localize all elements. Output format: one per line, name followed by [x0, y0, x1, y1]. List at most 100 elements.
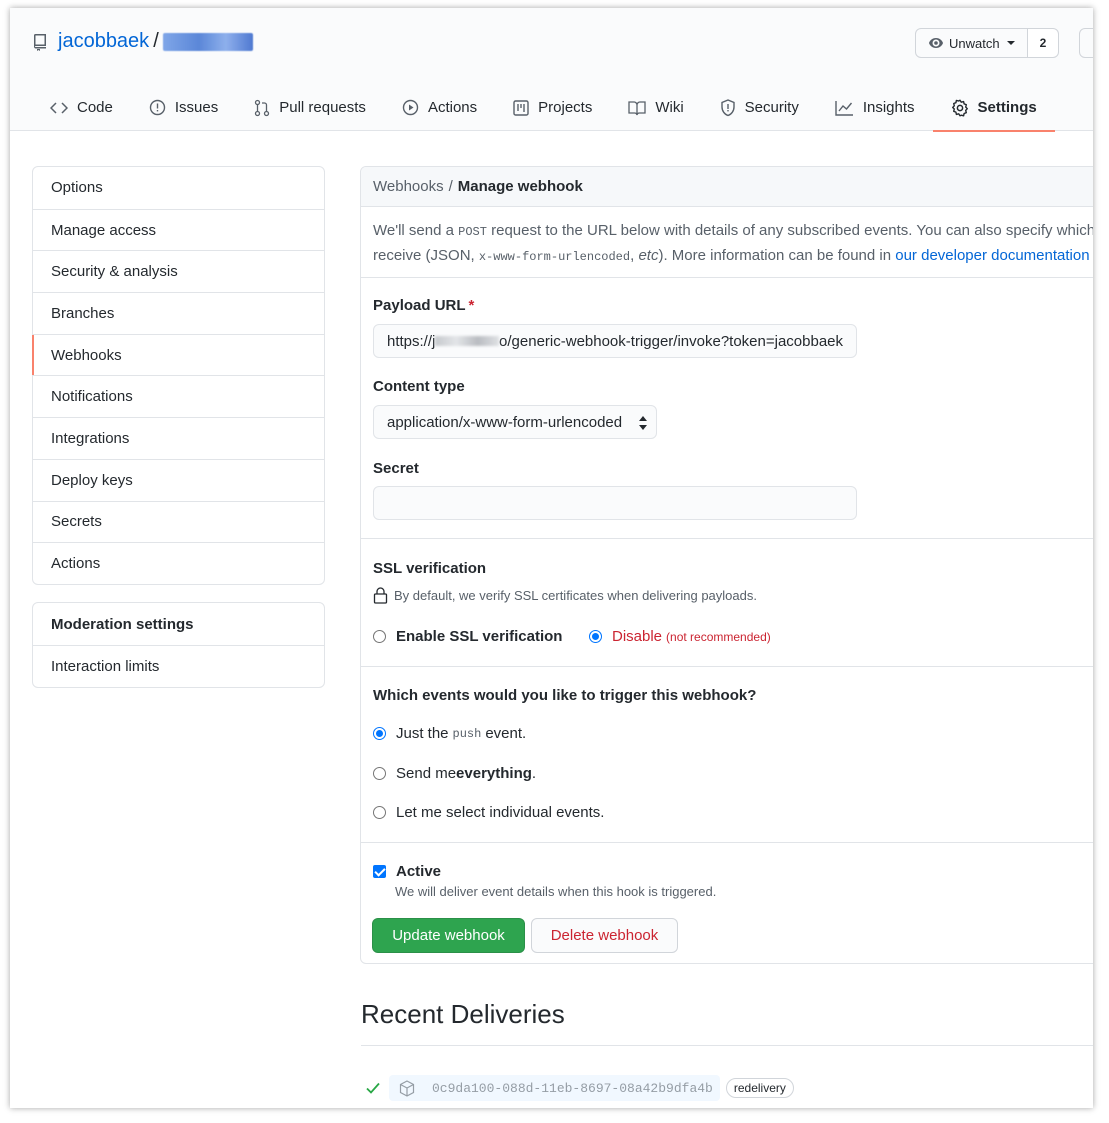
tab-label: Wiki: [655, 99, 684, 116]
payload-url-prefix: https://j: [387, 332, 436, 350]
breadcrumb-separator: /: [448, 178, 453, 195]
check-icon: [366, 1082, 380, 1094]
active-note: We will deliver event details when this …: [395, 884, 717, 899]
event-everything-strong: everything: [456, 765, 532, 782]
select-arrows-icon: [639, 416, 647, 430]
settings-sidebar: Options Manage access Security & analysi…: [32, 166, 325, 585]
content-type-select[interactable]: application/x-www-form-urlencoded: [373, 405, 657, 439]
divider: [361, 277, 1093, 278]
active-checkbox-row[interactable]: Active: [373, 863, 441, 880]
webhook-form-box: Webhooks / Manage webhook We'll send a P…: [360, 166, 1093, 964]
sidebar-item-options[interactable]: Options: [33, 167, 324, 209]
event-everything-label: Send me: [396, 765, 457, 782]
repo-nav-tabs: Code Issues Pull requests Actions Projec…: [32, 84, 1055, 132]
browser-viewport: jacobbaek / Unwatch 2 Code Issues Pull r…: [10, 8, 1093, 1108]
repo-header: jacobbaek / Unwatch 2 Code Issues Pull r…: [10, 8, 1093, 132]
recent-deliveries-heading: Recent Deliveries: [361, 999, 565, 1029]
issue-icon: [149, 99, 166, 116]
required-marker: *: [468, 297, 475, 314]
tab-label: Pull requests: [279, 99, 366, 116]
ssl-enable-radio[interactable]: Enable SSL verification: [373, 628, 562, 645]
divider: [361, 1045, 1093, 1046]
payload-url-suffix: o/generic-webhook-trigger/invoke?token=j…: [499, 332, 843, 350]
sidebar-item-notifications[interactable]: Notifications: [33, 375, 324, 417]
delivery-guid[interactable]: 0c9da100-088d-11eb-8697-08a42b9dfa4b: [389, 1075, 720, 1101]
sidebar-item-deploy-keys[interactable]: Deploy keys: [33, 458, 324, 501]
event-push-label: event.: [485, 725, 527, 742]
webhook-intro: We'll send a POST request to the URL bel…: [373, 219, 1093, 269]
sidebar-item-interaction-limits[interactable]: Interaction limits: [33, 645, 324, 687]
event-push-radio[interactable]: Just the push event.: [373, 725, 526, 742]
eye-icon: [929, 38, 943, 48]
sidebar-item-webhooks[interactable]: Webhooks: [32, 333, 324, 376]
star-button-partial[interactable]: [1079, 28, 1093, 58]
radio-unchecked: [373, 630, 386, 643]
ssl-disable-radio[interactable]: Disable (not recommended): [589, 628, 771, 645]
breadcrumb-webhooks-link[interactable]: Webhooks: [373, 178, 444, 195]
repo-separator: /: [153, 30, 159, 52]
delivery-item[interactable]: 0c9da100-088d-11eb-8697-08a42b9dfa4b red…: [365, 1074, 794, 1102]
moderation-sidebar: Moderation settings Interaction limits: [32, 602, 325, 688]
sidebar-item-secrets[interactable]: Secrets: [33, 500, 324, 543]
intro-text: etc: [638, 247, 659, 264]
sidebar-item-branches[interactable]: Branches: [33, 292, 324, 334]
repo-name-link-redacted[interactable]: [162, 32, 253, 51]
sidebar-item-security-analysis[interactable]: Security & analysis: [33, 250, 324, 292]
tab-label: Projects: [538, 99, 593, 116]
tab-label: Insights: [862, 99, 915, 116]
tab-label: Security: [744, 99, 799, 116]
unwatch-button[interactable]: Unwatch: [915, 28, 1028, 58]
sidebar-item-manage-access[interactable]: Manage access: [33, 208, 324, 251]
payload-url-label-text: Payload URL: [373, 297, 466, 314]
update-webhook-button[interactable]: Update webhook: [372, 918, 525, 953]
sidebar-item-integrations[interactable]: Integrations: [33, 417, 324, 459]
tab-actions[interactable]: Actions: [384, 84, 495, 131]
event-push-label: Just the: [396, 725, 449, 742]
payload-url-input[interactable]: https://j o/generic-webhook-trigger/invok…: [373, 324, 857, 358]
graph-icon: [835, 100, 853, 116]
tab-issues[interactable]: Issues: [131, 84, 236, 131]
repo-owner-link[interactable]: jacobbaek: [58, 30, 149, 53]
redacted-host: [435, 336, 500, 346]
project-icon: [513, 99, 529, 116]
secret-label: Secret: [373, 460, 419, 477]
tab-insights[interactable]: Insights: [817, 84, 933, 131]
divider: [361, 842, 1093, 843]
radio-checked: [589, 630, 602, 643]
ssl-heading: SSL verification: [373, 560, 487, 577]
page-title: Manage webhook: [457, 178, 583, 195]
intro-code-urlencoded: x-www-form-urlencoded: [478, 250, 631, 264]
book-icon: [628, 100, 646, 115]
event-select-radio[interactable]: Let me select individual events.: [373, 804, 604, 821]
payload-url-label: Payload URL *: [373, 297, 474, 314]
watch-control: Unwatch 2: [915, 28, 1060, 58]
repo-icon: [33, 33, 46, 51]
repo-title: jacobbaek /: [32, 30, 253, 53]
delete-webhook-button[interactable]: Delete webhook: [531, 918, 678, 953]
tab-label: Code: [77, 99, 113, 116]
content-type-label: Content type: [373, 378, 465, 395]
shield-icon: [720, 98, 735, 116]
play-icon: [402, 99, 419, 116]
tab-settings[interactable]: Settings: [932, 84, 1055, 132]
watchers-count[interactable]: 2: [1027, 28, 1060, 58]
event-select-label: Let me select individual events.: [396, 804, 605, 821]
active-label: Active: [396, 863, 442, 880]
moderation-heading: Moderation settings: [51, 615, 194, 633]
tab-security[interactable]: Security: [702, 84, 817, 131]
gear-icon: [951, 99, 968, 116]
lock-icon: [373, 587, 388, 604]
developer-docs-link[interactable]: our developer documentation: [895, 247, 1089, 264]
secret-input[interactable]: [373, 486, 857, 520]
event-everything-radio[interactable]: Send me everything.: [373, 765, 536, 782]
sidebar-item-actions[interactable]: Actions: [33, 542, 324, 584]
delivery-guid-text: 0c9da100-088d-11eb-8697-08a42b9dfa4b: [432, 1080, 713, 1096]
active-checkbox[interactable]: [373, 865, 386, 878]
tab-wiki[interactable]: Wiki: [610, 84, 701, 131]
tab-pull-requests[interactable]: Pull requests: [236, 84, 384, 131]
ssl-note: By default, we verify SSL certificates w…: [373, 587, 757, 604]
tab-projects[interactable]: Projects: [495, 84, 610, 131]
unwatch-label: Unwatch: [949, 35, 1000, 51]
tab-code[interactable]: Code: [32, 84, 131, 131]
intro-text: ). More information can be found in: [658, 247, 896, 264]
